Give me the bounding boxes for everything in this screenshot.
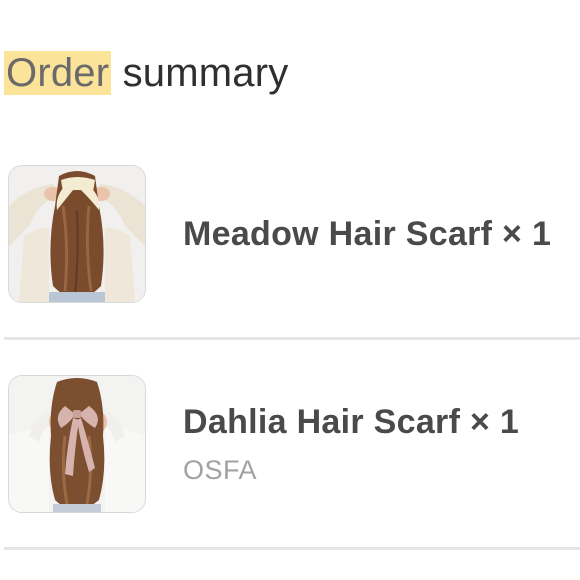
hair-scarf-photo	[9, 166, 145, 302]
line-item[interactable]: Dahlia Hair Scarf × 1 OSFA	[0, 375, 580, 515]
product-thumbnail	[8, 165, 146, 303]
divider	[4, 337, 580, 340]
product-thumbnail	[8, 375, 146, 513]
title-highlight: Order	[4, 51, 112, 95]
item-variant: OSFA	[183, 455, 258, 485]
line-item[interactable]: Meadow Hair Scarf × 1	[0, 165, 580, 305]
hair-scarf-photo	[9, 376, 145, 512]
title-rest: summary	[111, 51, 289, 95]
item-name: Dahlia Hair Scarf × 1	[183, 403, 520, 441]
item-name: Meadow Hair Scarf × 1	[183, 215, 552, 253]
divider	[4, 547, 580, 550]
order-summary-title: Order summary	[4, 46, 288, 101]
